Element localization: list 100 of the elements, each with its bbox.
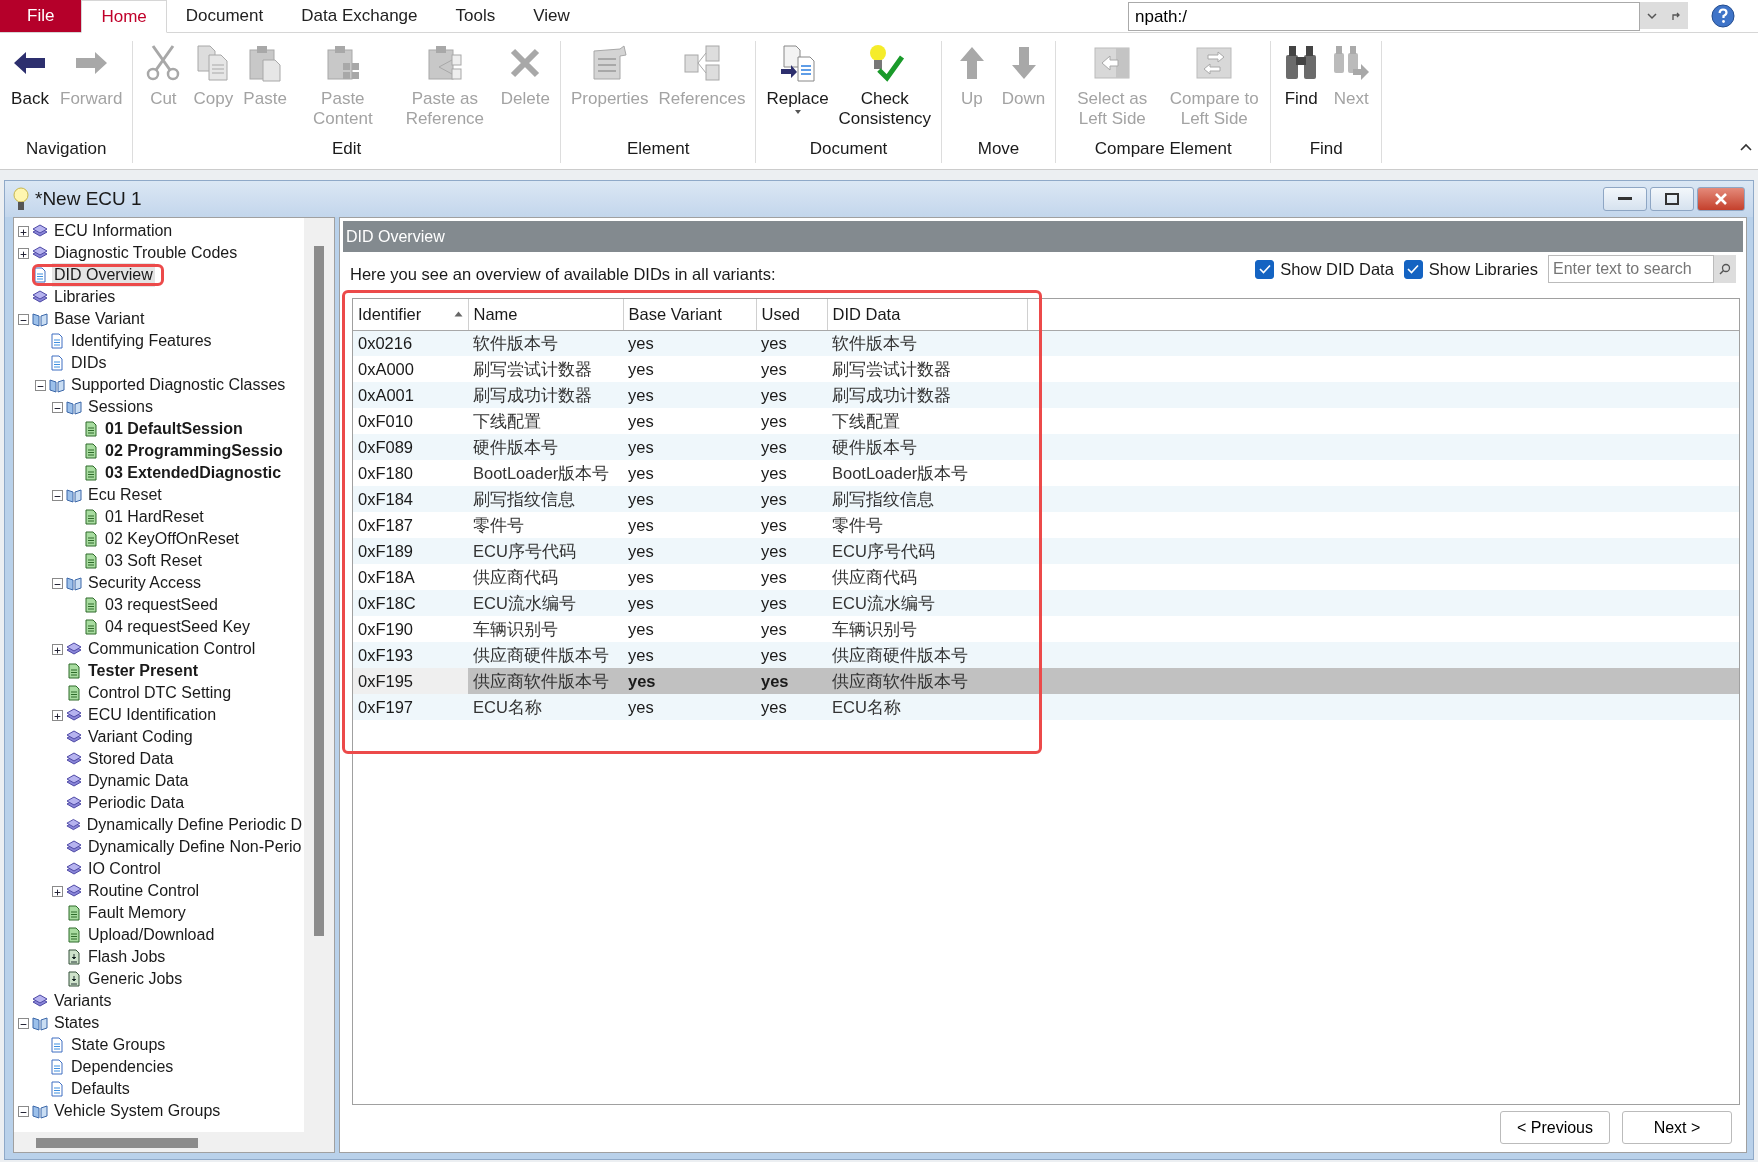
tree-item[interactable]: Variants xyxy=(52,989,114,1013)
tree-item[interactable]: 02 ProgrammingSessio xyxy=(103,439,285,463)
close-button[interactable] xyxy=(1697,187,1745,211)
tree-item[interactable]: Dynamic Data xyxy=(86,769,191,793)
path-field[interactable]: npath:/ xyxy=(1128,2,1640,31)
tree-item[interactable]: IO Control xyxy=(86,857,163,881)
tree-item[interactable]: Ecu Reset xyxy=(86,483,164,507)
expand-toggle[interactable] xyxy=(52,643,63,655)
tree-item[interactable]: Sessions xyxy=(86,395,155,419)
ribbon-tab[interactable]: View xyxy=(514,0,589,32)
column-header[interactable]: Used xyxy=(756,299,827,330)
tree-item[interactable]: Libraries xyxy=(52,285,118,309)
expand-toggle[interactable] xyxy=(18,247,29,259)
maximize-button[interactable] xyxy=(1650,187,1694,211)
checkbox-label[interactable]: Show Libraries xyxy=(1428,256,1538,282)
tree-item[interactable]: Vehicle System Groups xyxy=(52,1099,223,1123)
tree-item[interactable]: 01 HardReset xyxy=(103,505,206,529)
tree-item[interactable]: ECU Information xyxy=(52,219,175,243)
tree-item[interactable]: Stored Data xyxy=(86,747,176,771)
table-cell: yes xyxy=(623,616,756,642)
file-menu-button[interactable]: File xyxy=(0,0,82,32)
tree-item[interactable]: Generic Jobs xyxy=(86,967,185,991)
tree-item[interactable]: DIDs xyxy=(69,351,109,375)
table-cell: 刷写指纹信息 xyxy=(827,486,1027,512)
collapse-toggle[interactable] xyxy=(35,379,46,391)
document-icon xyxy=(83,531,99,547)
column-header[interactable]: Base Variant xyxy=(623,299,756,330)
table-cell: yes xyxy=(756,538,827,564)
collapse-toggle[interactable] xyxy=(52,489,63,501)
expand-toggle[interactable] xyxy=(52,709,63,721)
ribbon-button[interactable]: Replace xyxy=(762,41,833,136)
nav-button[interactable]: Next > xyxy=(1622,1111,1732,1144)
collapse-toggle[interactable] xyxy=(18,1105,29,1117)
nav-button[interactable]: < Previous xyxy=(1500,1111,1610,1144)
checkbox[interactable] xyxy=(1403,259,1423,279)
go-button[interactable] xyxy=(1664,2,1688,29)
open-book-icon xyxy=(66,399,82,415)
checkbox-label[interactable]: Show DID Data xyxy=(1280,256,1394,282)
table-cell: yes xyxy=(623,434,756,460)
checkbox[interactable] xyxy=(1255,259,1275,279)
tree-item[interactable]: 01 DefaultSession xyxy=(103,417,245,441)
tree-item[interactable]: 03 ExtendedDiagnostic xyxy=(103,461,284,485)
tree-item[interactable]: Defaults xyxy=(69,1077,132,1101)
tree-item[interactable]: Identifying Features xyxy=(69,329,214,353)
ribbon-button[interactable]: Back xyxy=(6,41,54,136)
tree-item[interactable]: Routine Control xyxy=(86,879,202,903)
ribbon-tab[interactable]: Data Exchange xyxy=(282,0,437,32)
table-cell: 车辆识别号 xyxy=(468,616,623,642)
document-icon xyxy=(83,597,99,613)
table-cell: 零件号 xyxy=(827,512,1027,538)
expand-toggle[interactable] xyxy=(52,885,63,897)
tree-item[interactable]: Variant Coding xyxy=(86,725,195,749)
ribbon-button[interactable]: Check Consistency xyxy=(834,41,935,136)
expand-toggle[interactable] xyxy=(18,225,29,237)
tree-item[interactable]: Communication Control xyxy=(86,637,258,661)
scrollbar-thumb[interactable] xyxy=(36,1138,198,1148)
tree-item[interactable]: State Groups xyxy=(69,1033,168,1057)
collapse-toggle[interactable] xyxy=(18,313,29,325)
tree-item[interactable]: Upload/Download xyxy=(86,923,217,947)
column-header[interactable]: Identifier xyxy=(353,299,468,330)
table-cell: BootLoader版本号 xyxy=(827,460,1027,486)
collapse-toggle[interactable] xyxy=(52,577,63,589)
table-cell: ECU序号代码 xyxy=(827,538,1027,564)
tree-item[interactable]: Security Access xyxy=(86,571,203,595)
tree-item[interactable]: Tester Present xyxy=(86,659,200,683)
tree-item[interactable]: Fault Memory xyxy=(86,901,188,925)
tree-item[interactable]: Diagnostic Trouble Codes xyxy=(52,241,240,265)
tree-item[interactable]: Flash Jobs xyxy=(86,945,168,969)
table-cell: 下线配置 xyxy=(468,408,623,434)
tree-item[interactable]: ECU Identification xyxy=(86,703,219,727)
tree-item[interactable]: Supported Diagnostic Classes xyxy=(69,373,288,397)
table-cell: yes xyxy=(756,356,827,382)
document-icon xyxy=(83,465,99,481)
tree-item[interactable]: Dynamically Define Non-Perio xyxy=(86,835,304,859)
ribbon-tab[interactable]: Document xyxy=(166,0,283,32)
tree-item[interactable]: 03 requestSeed xyxy=(103,593,220,617)
column-header[interactable]: DID Data xyxy=(827,299,1027,330)
tree-item[interactable]: 03 Soft Reset xyxy=(103,549,204,573)
ribbon-tab[interactable]: Home xyxy=(81,0,167,33)
ribbon-tab[interactable]: Tools xyxy=(436,0,515,32)
tree-item[interactable]: Control DTC Setting xyxy=(86,681,234,705)
minimize-button[interactable] xyxy=(1603,187,1647,211)
table-cell: yes xyxy=(756,512,827,538)
collapse-toggle[interactable] xyxy=(52,401,63,413)
scrollbar-thumb[interactable] xyxy=(314,246,324,936)
tree-item[interactable]: Periodic Data xyxy=(86,791,187,815)
search-button[interactable] xyxy=(1714,255,1736,283)
search-field[interactable]: Enter text to search xyxy=(1548,255,1714,283)
ribbon-button[interactable]: Find xyxy=(1277,41,1326,136)
tree-item[interactable]: Dynamically Define Periodic D xyxy=(84,813,304,837)
tree-item[interactable]: 04 requestSeed Key xyxy=(103,615,252,639)
table-cell: 下线配置 xyxy=(827,408,1027,434)
collapse-toggle[interactable] xyxy=(18,1017,29,1029)
tree-item[interactable]: States xyxy=(52,1011,102,1035)
table-cell: 0xF18C xyxy=(353,590,468,616)
tree-item[interactable]: 02 KeyOffOnReset xyxy=(103,527,241,551)
group-label: Edit xyxy=(331,137,363,160)
tree-item[interactable]: Base Variant xyxy=(52,307,147,331)
column-header[interactable]: Name xyxy=(468,299,623,330)
tree-item[interactable]: Dependencies xyxy=(69,1055,176,1079)
